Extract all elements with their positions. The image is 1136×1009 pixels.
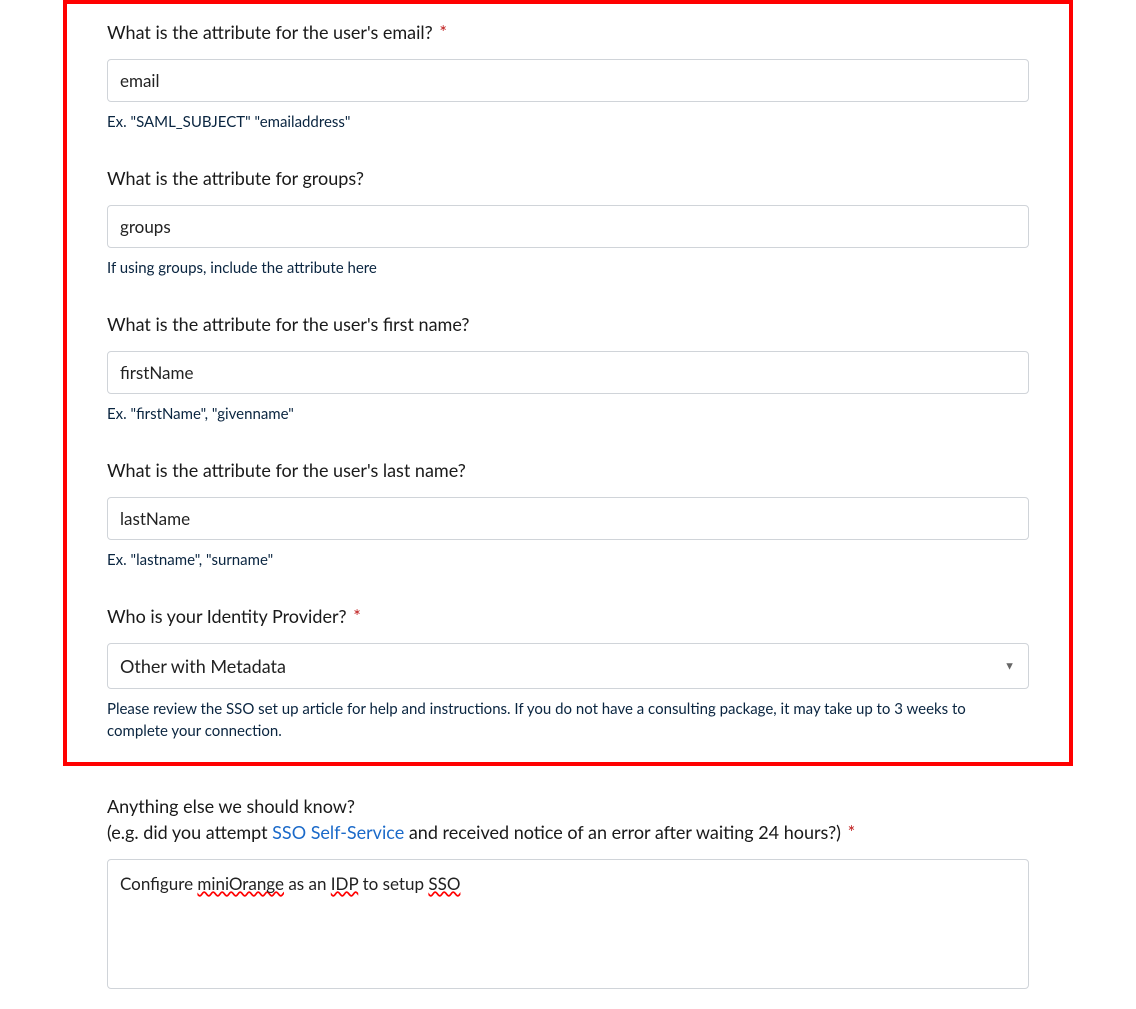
idp-helper: Please review the SSO set up article for… <box>107 699 1029 743</box>
lastname-attribute-helper: Ex. "lastname", "surname" <box>107 550 1029 572</box>
text-fragment: Configure <box>120 873 197 894</box>
field-group-email: What is the attribute for the user's ema… <box>107 20 1029 134</box>
spellcheck-underline: miniOrange <box>197 873 284 894</box>
email-attribute-input[interactable] <box>107 59 1029 102</box>
text-fragment: as an <box>284 873 331 894</box>
label-text: What is the attribute for groups? <box>107 167 364 189</box>
spellcheck-underline: IDP <box>331 873 358 894</box>
required-mark: * <box>353 605 361 627</box>
label-text: and received notice of an error after wa… <box>404 821 841 843</box>
field-group-firstname: What is the attribute for the user's fir… <box>107 312 1029 426</box>
notes-label-line1: Anything else we should know? <box>107 794 1029 819</box>
spellcheck-underline: SSO <box>428 873 460 894</box>
lastname-attribute-input[interactable] <box>107 497 1029 540</box>
notes-label-line2: (e.g. did you attempt SSO Self-Service a… <box>107 820 1029 845</box>
email-attribute-label: What is the attribute for the user's ema… <box>107 20 1029 45</box>
text-fragment: to setup <box>358 873 428 894</box>
idp-select-wrapper: Other with Metadata ▼ <box>107 643 1029 689</box>
field-group-idp: Who is your Identity Provider? * Other w… <box>107 604 1029 743</box>
sso-self-service-link[interactable]: SSO Self-Service <box>272 821 404 843</box>
groups-attribute-input[interactable] <box>107 205 1029 248</box>
field-group-lastname: What is the attribute for the user's las… <box>107 458 1029 572</box>
firstname-attribute-label: What is the attribute for the user's fir… <box>107 312 1029 337</box>
idp-select[interactable]: Other with Metadata <box>107 643 1029 689</box>
field-group-groups: What is the attribute for groups? If usi… <box>107 166 1029 280</box>
label-text: What is the attribute for the user's fir… <box>107 313 469 335</box>
label-text: What is the attribute for the user's las… <box>107 459 466 481</box>
field-group-notes: Anything else we should know? (e.g. did … <box>107 794 1029 988</box>
required-mark: * <box>439 21 447 43</box>
notes-section: Anything else we should know? (e.g. did … <box>63 794 1073 988</box>
label-text: Who is your Identity Provider? <box>107 605 347 627</box>
groups-attribute-label: What is the attribute for groups? <box>107 166 1029 191</box>
idp-label: Who is your Identity Provider? * <box>107 604 1029 629</box>
firstname-attribute-input[interactable] <box>107 351 1029 394</box>
notes-textarea[interactable]: Configure miniOrange as an IDP to setup … <box>107 859 1029 989</box>
email-attribute-helper: Ex. "SAML_SUBJECT" "emailaddress" <box>107 112 1029 134</box>
label-text: (e.g. did you attempt <box>107 821 272 843</box>
notes-label: Anything else we should know? (e.g. did … <box>107 794 1029 844</box>
firstname-attribute-helper: Ex. "firstName", "givenname" <box>107 404 1029 426</box>
required-mark: * <box>848 821 856 843</box>
groups-attribute-helper: If using groups, include the attribute h… <box>107 258 1029 280</box>
highlighted-form-section: What is the attribute for the user's ema… <box>63 0 1073 766</box>
label-text: What is the attribute for the user's ema… <box>107 21 433 43</box>
lastname-attribute-label: What is the attribute for the user's las… <box>107 458 1029 483</box>
